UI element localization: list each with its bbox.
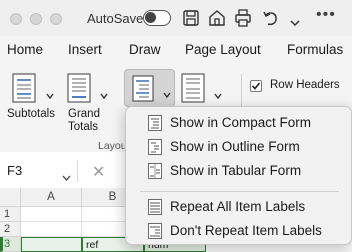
- cell-a1[interactable]: [21, 207, 82, 222]
- more-icon[interactable]: •••: [316, 6, 336, 24]
- ribbon-tabs: Home Insert Draw Page Layout Formulas: [0, 36, 352, 64]
- cell-a3[interactable]: [21, 237, 82, 252]
- column-header-a[interactable]: A: [21, 188, 82, 207]
- grand-totals-label-line2: Totals: [68, 121, 99, 133]
- menu-item-label: Repeat All Item Labels: [170, 199, 306, 214]
- cell-a2[interactable]: [21, 222, 82, 237]
- menu-item-label: Show in Compact Form: [170, 115, 312, 130]
- menu-item-label: Show in Tabular Form: [170, 163, 302, 178]
- zoom-window-button[interactable]: [50, 13, 62, 25]
- blank-rows-dropdown-icon[interactable]: [214, 86, 222, 100]
- row-header-1[interactable]: 1: [0, 207, 21, 222]
- grand-totals-button[interactable]: [67, 73, 91, 103]
- autosave-toggle[interactable]: [143, 10, 171, 26]
- row-headers-label: Row Headers: [270, 79, 340, 91]
- tab-page-layout[interactable]: Page Layout: [185, 42, 261, 57]
- autosave-label: AutoSave: [87, 11, 144, 26]
- repeat-labels-icon: [148, 199, 162, 215]
- outline-form-icon: [148, 139, 162, 155]
- name-box-dropdown-icon[interactable]: [62, 168, 71, 182]
- minimize-window-button[interactable]: [30, 13, 42, 25]
- tab-formulas[interactable]: Formulas: [287, 42, 343, 57]
- grand-totals-dropdown-icon[interactable]: [100, 86, 108, 100]
- menu-item-outline-form[interactable]: Show in Outline Form: [134, 136, 349, 158]
- menu-item-label: Don't Repeat Item Labels: [170, 223, 322, 238]
- tab-insert[interactable]: Insert: [68, 42, 102, 57]
- row-header-2[interactable]: 2: [0, 222, 21, 237]
- menu-item-compact-form[interactable]: Show in Compact Form: [134, 112, 349, 134]
- toggle-knob: [145, 12, 156, 23]
- subtotals-button[interactable]: [12, 73, 36, 103]
- tab-draw[interactable]: Draw: [129, 42, 161, 57]
- cancel-icon[interactable]: ✕: [92, 162, 105, 182]
- tab-home[interactable]: Home: [7, 42, 43, 57]
- undo-icon[interactable]: [261, 8, 281, 28]
- home-icon[interactable]: [207, 8, 227, 28]
- grand-totals-label-line1: Grand: [68, 108, 100, 120]
- row-header-3[interactable]: 3: [0, 237, 21, 252]
- layout-group-label: Layou: [98, 140, 127, 152]
- blank-rows-button[interactable]: [181, 73, 205, 103]
- select-all-corner[interactable]: [0, 188, 21, 207]
- report-layout-icon: [132, 75, 154, 102]
- save-icon[interactable]: [181, 8, 201, 28]
- subtotals-dropdown-icon[interactable]: [46, 86, 54, 100]
- menu-item-repeat-labels[interactable]: Repeat All Item Labels: [134, 196, 349, 218]
- print-icon[interactable]: [233, 8, 253, 28]
- menu-item-tabular-form[interactable]: Show in Tabular Form: [134, 160, 349, 182]
- close-window-button[interactable]: [10, 13, 22, 25]
- no-repeat-labels-icon: [148, 223, 162, 239]
- menu-item-label: Show in Outline Form: [170, 139, 300, 154]
- report-layout-dropdown-icon[interactable]: [163, 85, 171, 99]
- name-box-value: F3: [7, 163, 23, 178]
- compact-form-icon: [148, 115, 162, 131]
- subtotals-label: Subtotals: [7, 108, 55, 120]
- title-bar: AutoSave •••: [0, 0, 352, 36]
- menu-item-no-repeat-labels[interactable]: Don't Repeat Item Labels: [134, 220, 349, 242]
- menu-separator: [140, 191, 339, 192]
- row-headers-checkbox[interactable]: [250, 80, 262, 92]
- tabular-form-icon: [148, 163, 162, 179]
- name-box[interactable]: F3: [0, 160, 78, 182]
- report-layout-menu: Show in Compact Form Show in Outline For…: [125, 106, 352, 245]
- undo-dropdown-icon[interactable]: [290, 14, 300, 27]
